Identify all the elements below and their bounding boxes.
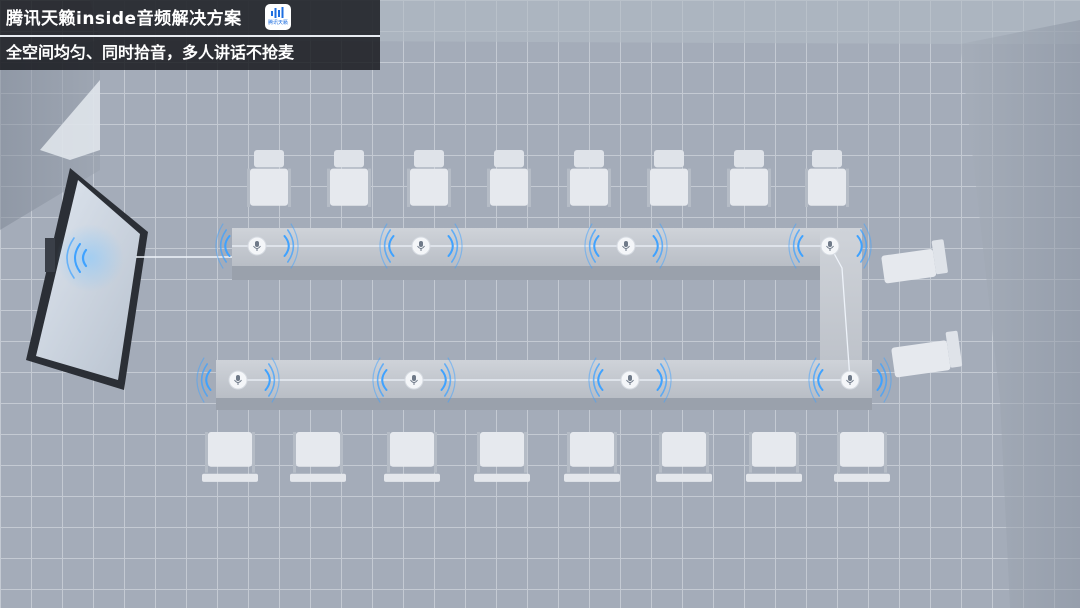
chair bbox=[202, 432, 258, 482]
microphone-icon bbox=[411, 236, 431, 256]
microphone-icon bbox=[228, 370, 248, 390]
chair bbox=[474, 432, 530, 482]
banner-divider bbox=[0, 35, 380, 37]
chair bbox=[384, 432, 440, 482]
microphone-icon bbox=[247, 236, 267, 256]
conference-room-scene bbox=[0, 0, 1080, 608]
microphone-icon bbox=[404, 370, 424, 390]
logo-text: 腾讯天籁 bbox=[267, 20, 288, 26]
chair bbox=[656, 432, 712, 482]
waveform-logo-icon bbox=[271, 7, 284, 18]
chair bbox=[746, 432, 802, 482]
microphone-icon bbox=[616, 236, 636, 256]
chair bbox=[290, 432, 346, 482]
banner-title: 腾讯天籁inside音频解决方案 bbox=[6, 9, 242, 29]
floor bbox=[0, 0, 1080, 608]
brand-logo: 腾讯天籁 bbox=[265, 4, 291, 30]
chair bbox=[834, 432, 890, 482]
microphone-icon bbox=[840, 370, 860, 390]
microphone-icon bbox=[620, 370, 640, 390]
microphone-icon bbox=[820, 236, 840, 256]
title-banner: 腾讯天籁inside音频解决方案 腾讯天籁 全空间均匀、同时拾音，多人讲话不抢麦 bbox=[0, 0, 380, 70]
chair bbox=[564, 432, 620, 482]
banner-subtitle: 全空间均匀、同时拾音，多人讲话不抢麦 bbox=[6, 43, 295, 62]
